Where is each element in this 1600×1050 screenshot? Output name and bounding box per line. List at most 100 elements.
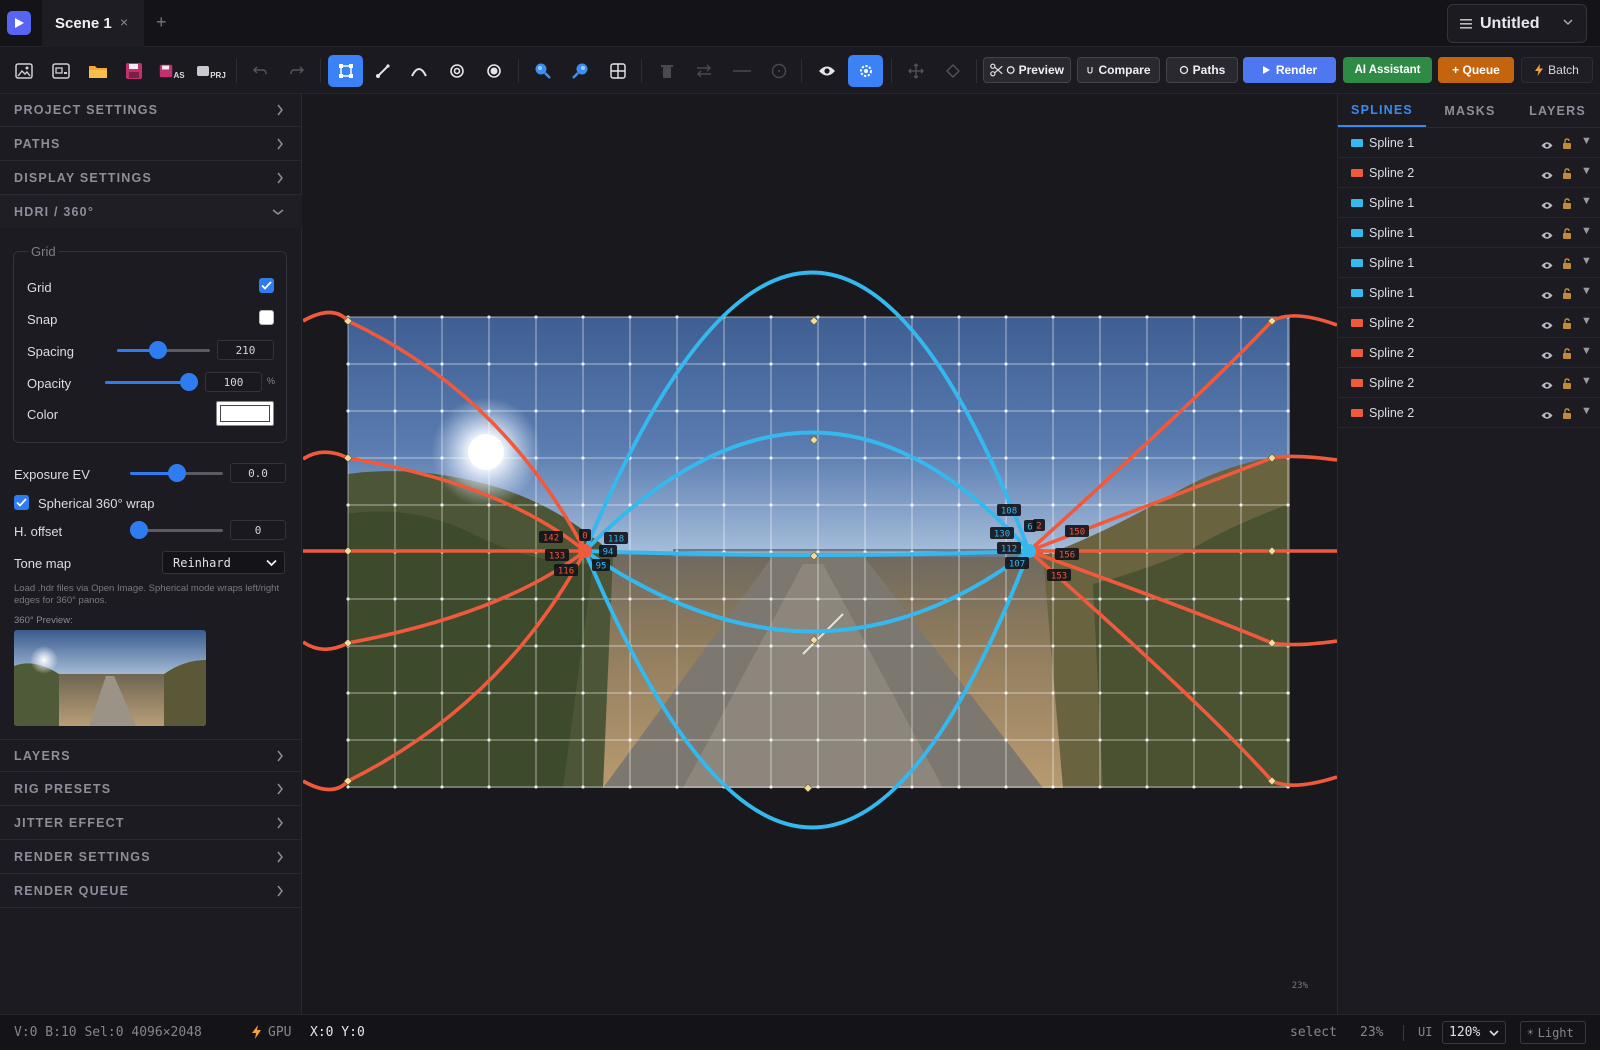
diamond-icon[interactable] xyxy=(936,55,970,87)
tab-layers[interactable]: LAYERS xyxy=(1514,94,1600,127)
spline-list-item[interactable]: Spline 2 ▼ xyxy=(1338,308,1600,338)
section-render-queue[interactable]: RENDER QUEUE xyxy=(0,875,302,908)
spacing-input[interactable]: 210 xyxy=(217,340,274,360)
section-rig-presets[interactable]: RIG PRESETS xyxy=(0,773,302,806)
row-menu-icon[interactable]: ▼ xyxy=(1581,135,1592,147)
lock-icon[interactable] xyxy=(1562,406,1572,424)
eye-icon[interactable] xyxy=(810,55,844,87)
save-as-image-icon[interactable] xyxy=(44,55,78,87)
visibility-eye-icon[interactable] xyxy=(1541,347,1553,365)
save-as-icon[interactable]: AS xyxy=(154,55,190,87)
hoffset-slider[interactable] xyxy=(130,521,223,539)
move-icon[interactable] xyxy=(899,55,933,87)
redo-icon[interactable] xyxy=(280,55,314,87)
zoom-in-icon[interactable] xyxy=(526,55,560,87)
grid-icon[interactable] xyxy=(601,55,635,87)
section-jitter-effect[interactable]: JITTER EFFECT xyxy=(0,807,302,840)
lock-icon[interactable] xyxy=(1562,136,1572,154)
spline-list-item[interactable]: Spline 1 ▼ xyxy=(1338,248,1600,278)
lock-icon[interactable] xyxy=(1562,316,1572,334)
add-tab-button[interactable]: + xyxy=(156,12,167,33)
render-button[interactable]: Render xyxy=(1243,57,1336,83)
canvas-viewport[interactable]: 142 133 116 0 118 94 95 108 130 112 107 6 2 150 156 153… xyxy=(301,94,1338,1014)
point-tool-icon[interactable] xyxy=(477,55,511,87)
slider-knob[interactable] xyxy=(168,464,186,482)
row-menu-icon[interactable]: ▼ xyxy=(1581,195,1592,207)
visibility-eye-icon[interactable] xyxy=(1541,257,1553,275)
exposure-input[interactable]: 0.0 xyxy=(230,463,286,483)
tab-close-icon[interactable]: × xyxy=(120,14,128,30)
ai-assistant-button[interactable]: AI Assistant xyxy=(1343,57,1432,83)
lock-icon[interactable] xyxy=(1562,346,1572,364)
row-menu-icon[interactable]: ▼ xyxy=(1581,375,1592,387)
zoom-out-icon[interactable] xyxy=(563,55,597,87)
visibility-eye-icon[interactable] xyxy=(1541,287,1553,305)
spline-list-item[interactable]: Spline 2 ▼ xyxy=(1338,368,1600,398)
queue-button[interactable]: + Queue xyxy=(1438,57,1514,83)
circle-icon[interactable] xyxy=(762,55,796,87)
visibility-eye-icon[interactable] xyxy=(1541,197,1553,215)
spacing-slider[interactable] xyxy=(117,341,210,359)
row-menu-icon[interactable]: ▼ xyxy=(1581,225,1592,237)
section-render-settings[interactable]: RENDER SETTINGS xyxy=(0,841,302,874)
visibility-eye-icon[interactable] xyxy=(1541,377,1553,395)
spherical-wrap-checkbox[interactable] xyxy=(14,495,29,510)
snap-checkbox[interactable] xyxy=(259,310,274,325)
theme-toggle-button[interactable]: ☀ Light xyxy=(1520,1021,1586,1044)
pen-tool-icon[interactable] xyxy=(366,55,400,87)
save-icon[interactable] xyxy=(117,55,151,87)
row-menu-icon[interactable]: ▼ xyxy=(1581,345,1592,357)
curve-tool-icon[interactable] xyxy=(402,55,436,87)
project-menu-button[interactable]: Untitled xyxy=(1447,4,1587,43)
visibility-eye-icon[interactable] xyxy=(1541,407,1553,425)
swap-icon[interactable] xyxy=(687,55,721,87)
ui-scale-select[interactable]: 120% xyxy=(1442,1021,1506,1044)
undo-icon[interactable] xyxy=(243,55,277,87)
lock-icon[interactable] xyxy=(1562,286,1572,304)
spline-list-item[interactable]: Spline 1 ▼ xyxy=(1338,218,1600,248)
app-logo-icon[interactable] xyxy=(7,11,31,35)
slider-knob[interactable] xyxy=(180,373,198,391)
row-menu-icon[interactable]: ▼ xyxy=(1581,165,1592,177)
lock-icon[interactable] xyxy=(1562,196,1572,214)
tab-masks[interactable]: MASKS xyxy=(1426,94,1514,127)
section-layers[interactable]: LAYERS xyxy=(0,739,302,772)
lock-icon[interactable] xyxy=(1562,226,1572,244)
grid-checkbox[interactable] xyxy=(259,278,274,293)
visibility-eye-icon[interactable] xyxy=(1541,227,1553,245)
opacity-slider[interactable] xyxy=(105,373,198,391)
slider-knob[interactable] xyxy=(149,341,167,359)
batch-button[interactable]: Batch xyxy=(1521,57,1593,83)
grid-color-swatch[interactable] xyxy=(216,401,274,426)
opacity-input[interactable]: 100 xyxy=(205,372,262,392)
row-menu-icon[interactable]: ▼ xyxy=(1581,285,1592,297)
spline-list-item[interactable]: Spline 1 ▼ xyxy=(1338,188,1600,218)
section-display-settings[interactable]: DISPLAY SETTINGS xyxy=(0,162,302,195)
section-paths[interactable]: PATHS xyxy=(0,128,302,161)
visibility-eye-icon[interactable] xyxy=(1541,137,1553,155)
visibility-eye-icon[interactable] xyxy=(1541,317,1553,335)
lock-icon[interactable] xyxy=(1562,376,1572,394)
hoffset-input[interactable]: 0 xyxy=(230,520,286,540)
tab-scene[interactable]: Scene 1 × xyxy=(42,0,144,47)
spline-list-item[interactable]: Spline 1 ▼ xyxy=(1338,128,1600,158)
ring-tool-icon[interactable] xyxy=(440,55,474,87)
spline-list-item[interactable]: Spline 2 ▼ xyxy=(1338,338,1600,368)
row-menu-icon[interactable]: ▼ xyxy=(1581,255,1592,267)
folder-open-icon[interactable] xyxy=(81,55,115,87)
section-hdri[interactable]: HDRI / 360° xyxy=(0,195,302,228)
image-icon[interactable] xyxy=(7,55,41,87)
compare-button[interactable]: Compare xyxy=(1077,57,1160,83)
lock-icon[interactable] xyxy=(1562,166,1572,184)
spline-anchor-right[interactable] xyxy=(1022,544,1036,558)
canvas-svg[interactable]: 142 133 116 0 118 94 95 108 130 112 107 6 2 150 156 153… xyxy=(301,94,1338,1014)
spline-list-item[interactable]: Spline 2 ▼ xyxy=(1338,398,1600,428)
paths-button[interactable]: Paths xyxy=(1166,57,1238,83)
spline-anchor-left[interactable] xyxy=(578,544,592,558)
preview-button[interactable]: Preview xyxy=(983,57,1071,83)
visibility-eye-icon[interactable] xyxy=(1541,167,1553,185)
row-menu-icon[interactable]: ▼ xyxy=(1581,315,1592,327)
save-project-icon[interactable]: PRJ xyxy=(193,55,229,87)
slider-knob[interactable] xyxy=(130,521,148,539)
tab-splines[interactable]: SPLINES xyxy=(1338,94,1426,127)
